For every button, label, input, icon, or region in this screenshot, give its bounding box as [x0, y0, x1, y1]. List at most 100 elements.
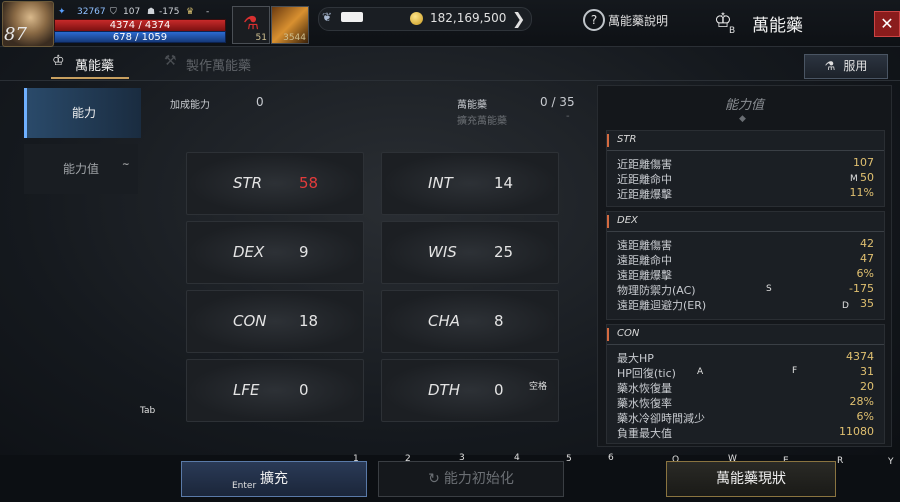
stat-name: STR	[233, 174, 263, 192]
stat-card-int[interactable]: INT 14	[381, 152, 559, 215]
hotkey-tilde: ~	[122, 160, 130, 170]
tab-row: ♔ 萬能藥 ⚒ 製作萬能藥 ⚗ 服用	[0, 50, 900, 81]
close-button[interactable]: ✕	[874, 11, 900, 37]
stat-a: 32767	[77, 7, 106, 17]
hotkey-d: D	[842, 301, 849, 311]
gold-coin-icon	[410, 12, 423, 25]
hotkey-5: 5	[566, 454, 572, 464]
flask-icon: ⚗	[824, 59, 836, 73]
ornament-icon: ◆	[739, 114, 746, 124]
stat-card-wis[interactable]: WIS 25	[381, 221, 559, 284]
row-label: 遠距離命中	[617, 254, 672, 267]
elixir-status-button[interactable]: 萬能藥現狀	[666, 461, 836, 497]
sidebar-item-stats[interactable]: 能力值	[24, 144, 138, 194]
tab-underline	[51, 77, 129, 79]
helmet-icon: ☗	[147, 7, 156, 17]
bonus-label: 加成能力	[170, 100, 210, 111]
craft-icon: ⚒	[164, 53, 177, 69]
tab-elixir-label: 萬能藥	[75, 59, 115, 74]
help-label[interactable]: 萬能藥說明	[608, 12, 668, 29]
section-name: CON	[617, 328, 640, 339]
expand-elixir-value: -	[566, 111, 570, 122]
help-icon[interactable]: ?	[583, 9, 605, 31]
item-slot-feather[interactable]: 3544	[271, 6, 309, 44]
row-label: 近距離傷害	[617, 158, 672, 171]
row-value: 20	[860, 380, 874, 393]
row-value: 35	[860, 297, 874, 310]
stat-card-str[interactable]: STR 58	[186, 152, 364, 215]
hotkey-s: S	[766, 284, 772, 294]
section-name: DEX	[617, 215, 638, 226]
stat-row: 遠距離命中 47	[617, 252, 874, 267]
section-header: CON	[607, 325, 884, 345]
stat-value: 18	[299, 312, 319, 330]
section-con: CON 最大HP 4374 HP回復(tic) 31 藥水恢復量 20 藥水恢復率 28…	[606, 324, 885, 444]
item-slot-potion[interactable]: ⚗ 51	[232, 6, 270, 44]
stat-card-con[interactable]: CON 18	[186, 290, 364, 353]
stat-value: 0	[494, 381, 504, 399]
section-marker	[607, 134, 609, 147]
hotkey-a: A	[697, 367, 704, 377]
row-label: 藥水恢復量	[617, 382, 672, 395]
stat-row: HP回復(tic) 31	[617, 365, 874, 380]
expand-button[interactable]: 擴充	[181, 461, 367, 497]
row-value: 4374	[846, 350, 874, 363]
hotkey-r: R	[837, 456, 844, 466]
hp-text: 4374 / 4374	[109, 20, 171, 31]
stat-row: 物理防禦力(AC) -175	[617, 282, 874, 297]
shield-icon: ⛉	[110, 7, 117, 17]
stat-card-dex[interactable]: DEX 9	[186, 221, 364, 284]
row-value: 107	[853, 156, 874, 169]
mana-icon: ✦	[58, 7, 66, 17]
elixir-label: 萬能藥	[457, 100, 487, 111]
bonus-value: 0	[256, 95, 264, 109]
wing-icon: ❦	[322, 10, 333, 24]
potion-icon: ⚗	[243, 13, 260, 34]
stat-row: 近距離傷害 107	[617, 156, 874, 171]
hotkey-tab: Tab	[140, 406, 156, 416]
row-label: 最大HP	[617, 352, 654, 365]
tab-craft-elixir[interactable]: 製作萬能藥	[186, 55, 251, 74]
row-label: 負重最大值	[617, 427, 672, 440]
expand-elixir-label: 擴充萬能藥	[457, 116, 507, 127]
top-bar: 87 ✦ 32767 ⛉ 107 ☗ -175 ♛ - 4374 / 4374 …	[0, 0, 900, 47]
row-value: 6%	[856, 410, 874, 423]
reset-ability-button[interactable]: ↻ 能力初始化	[378, 461, 564, 497]
stat-name: DEX	[233, 243, 265, 261]
trophy-icon: ♛	[186, 7, 195, 17]
tab-elixir[interactable]: 萬能藥	[51, 55, 129, 79]
refresh-icon: ↻	[428, 471, 440, 487]
row-value: -175	[849, 282, 874, 295]
section-name: STR	[617, 134, 637, 145]
stat-card-lfe[interactable]: LFE 0	[186, 359, 364, 422]
row-label: HP回復(tic)	[617, 367, 676, 380]
use-button[interactable]: ⚗ 服用	[804, 54, 888, 79]
section-marker	[607, 328, 609, 341]
hotkey-f: F	[792, 366, 798, 376]
stat-value: 25	[494, 243, 514, 261]
stat-row: 近距離命中 50	[617, 171, 874, 186]
window-title: 萬能藥	[752, 16, 803, 36]
mp-bar: 678 / 1059	[54, 31, 226, 43]
row-value: 11%	[849, 186, 874, 199]
stat-row: 藥水恢復量 20	[617, 380, 874, 395]
stat-row: 遠距離爆擊 6%	[617, 267, 874, 282]
row-value: 28%	[849, 395, 874, 408]
stat-card-cha[interactable]: CHA 8	[381, 290, 559, 353]
mp-text: 678 / 1059	[112, 32, 168, 43]
row-label: 藥水冷卻時間減少	[617, 412, 705, 425]
section-header: STR	[607, 131, 884, 151]
chevron-right-icon[interactable]: ❯	[512, 9, 525, 28]
row-value: 11080	[839, 425, 874, 438]
hotkey-space: 空格	[529, 382, 548, 392]
row-value: 47	[860, 252, 874, 265]
stat-row: 最大HP 4374	[617, 350, 874, 365]
stat-d: -	[206, 7, 210, 17]
player-level: 87	[4, 24, 27, 45]
stat-row: 藥水恢復率 28%	[617, 395, 874, 410]
gold-amount: 182,169,500	[430, 11, 507, 25]
stat-row: 近距離爆擊 11%	[617, 186, 874, 201]
section-str: STR 近距離傷害 107 近距離命中 50 近距離爆擊 11%	[606, 130, 885, 207]
sidebar-item-ability[interactable]: 能力	[24, 88, 141, 138]
stat-row: 遠距離傷害 42	[617, 237, 874, 252]
